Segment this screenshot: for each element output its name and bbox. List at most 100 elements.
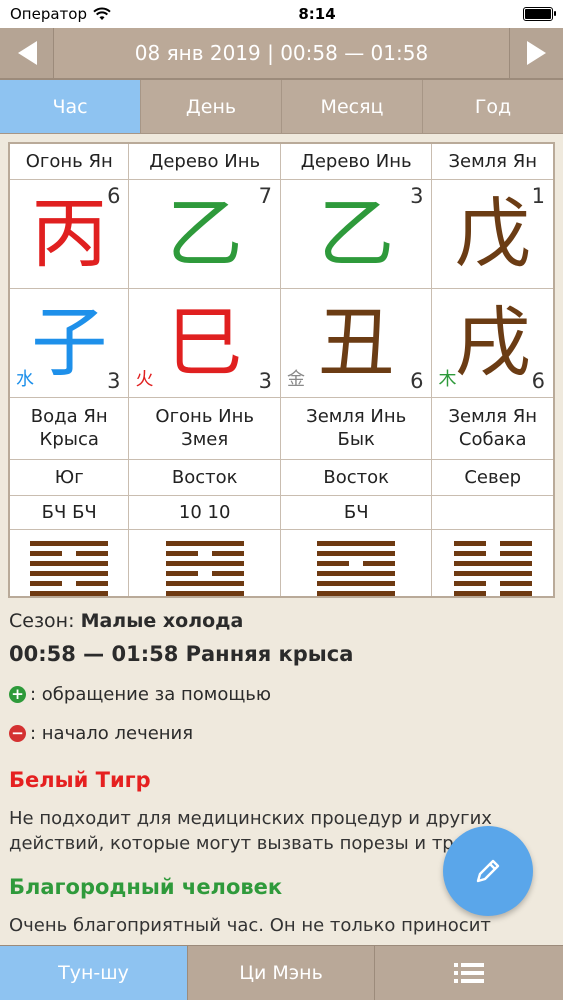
branch-element-glyph: 木: [438, 368, 457, 390]
heavenly-stem-char: 乙: [166, 188, 243, 278]
list-icon: [454, 963, 484, 983]
next-date-button[interactable]: [509, 28, 563, 78]
stem-number: 6: [107, 183, 121, 208]
stem-element-label: Дерево Инь: [128, 142, 281, 180]
hexagram-icon: [317, 539, 396, 596]
hexagram-broken-line: [165, 570, 244, 576]
stem-number: 1: [531, 183, 545, 208]
date-range-label[interactable]: 08 янв 2019 | 00:58 — 01:58: [54, 28, 509, 78]
unfavorable-text: : начало лечения: [30, 722, 194, 744]
earthly-branch-char: 戌: [454, 297, 531, 387]
tab-month[interactable]: Месяц: [282, 80, 423, 133]
hexagram-cell[interactable]: [431, 528, 555, 597]
hexagram-solid-line: [453, 570, 532, 576]
branch-element-glyph: 水: [16, 368, 34, 390]
branch-number: 6: [410, 368, 424, 393]
branch-cell[interactable]: 戌木 6: [431, 287, 555, 398]
hexagram-cell[interactable]: [8, 528, 130, 597]
tab-day[interactable]: День: [141, 80, 282, 133]
arrow-right-icon: [526, 41, 546, 65]
hexagram-solid-line: [453, 560, 532, 566]
hexagram-broken-line: [453, 550, 532, 556]
branch-element-glyph: 金: [286, 368, 305, 390]
prev-date-button[interactable]: [0, 28, 54, 78]
earthly-branch-char: 子: [31, 297, 108, 387]
tab-year[interactable]: Год: [423, 80, 563, 133]
hexagram-solid-line: [165, 560, 244, 566]
section-text-noble-person: Очень благоприятный час. Он не только пр…: [9, 914, 491, 936]
branch-cell[interactable]: 子水 3: [8, 287, 130, 398]
wifi-icon: [93, 7, 111, 20]
heavenly-stem-char: 戊: [454, 188, 531, 278]
hexagram-solid-line: [317, 590, 396, 596]
branch-number: 3: [258, 368, 272, 393]
hexagram-broken-line: [317, 560, 396, 566]
hexagram-solid-line: [30, 590, 109, 596]
direction-cell: Юг: [8, 458, 130, 496]
hexagram-solid-line: [165, 540, 244, 546]
branch-description: Земля Ян Собака: [431, 396, 555, 460]
hexagram-solid-line: [30, 570, 109, 576]
stem-number: 3: [410, 183, 424, 208]
date-navigation: 08 янв 2019 | 00:58 — 01:58: [0, 28, 563, 80]
branch-element-glyph: 火: [135, 368, 154, 390]
favorable-line: + : обращение за помощью: [9, 684, 554, 705]
minus-circle-icon: −: [9, 724, 26, 742]
status-left: Оператор: [10, 5, 111, 23]
branch-cell[interactable]: 丑金 6: [279, 287, 433, 398]
stem-cell[interactable]: 丙6: [8, 178, 130, 289]
battery-icon: [523, 7, 556, 21]
status-bar: Оператор 8:14: [0, 0, 563, 28]
branch-description: Земля Инь Бык: [279, 396, 433, 460]
clock: 8:14: [298, 5, 336, 23]
arrow-left-icon: [17, 41, 37, 65]
branch-cell[interactable]: 巳火 3: [128, 287, 281, 398]
branch-description: Вода Ян Крыса: [8, 396, 130, 460]
heavenly-stem-char: 丙: [31, 188, 108, 278]
branch-animal-text: Собака: [458, 429, 527, 450]
section-title-white-tiger: Белый Тигр: [9, 767, 151, 792]
stem-cell[interactable]: 戊1: [431, 178, 555, 289]
menu-button[interactable]: [375, 946, 563, 1000]
tab-qi-men[interactable]: Ци Мэнь: [188, 946, 375, 1000]
season-line: Сезон: Малые холода: [9, 610, 554, 632]
code-cell: 10 10: [128, 494, 281, 530]
hexagram-solid-line: [317, 540, 396, 546]
favorable-text: : обращение за помощью: [30, 683, 272, 705]
branch-animal-text: Бык: [337, 429, 375, 450]
stem-cell[interactable]: 乙7: [128, 178, 281, 289]
plus-circle-icon: +: [9, 685, 26, 703]
branch-number: 6: [531, 368, 545, 393]
tab-tung-shu[interactable]: Тун-шу: [0, 946, 188, 1000]
direction-cell: Север: [431, 458, 555, 496]
hexagram-icon: [453, 539, 532, 596]
branch-description: Огонь Инь Змея: [128, 396, 281, 460]
branch-animal-text: Крыса: [39, 429, 99, 450]
hexagram-icon: [165, 539, 244, 596]
code-cell: БЧ БЧ: [8, 494, 130, 530]
period-tabs: Час День Месяц Год: [0, 80, 563, 134]
hexagram-icon: [30, 539, 109, 596]
earthly-branch-char: 巳: [166, 297, 243, 387]
earthly-branch-char: 丑: [318, 297, 395, 387]
branch-element-text: Земля Ян: [448, 405, 537, 427]
stem-number: 7: [258, 183, 272, 208]
code-cell: [431, 494, 555, 530]
hexagram-cell[interactable]: [128, 528, 281, 597]
hexagram-broken-line: [453, 580, 532, 586]
pencil-icon: [476, 859, 500, 883]
hexagram-solid-line: [317, 550, 396, 556]
tab-hour[interactable]: Час: [0, 80, 141, 133]
pillars-table: Огонь Ян Дерево Инь Дерево Инь Земля Ян …: [8, 142, 555, 598]
edit-fab-button[interactable]: [443, 826, 533, 916]
hexagram-solid-line: [165, 580, 244, 586]
direction-cell: Восток: [128, 458, 281, 496]
stem-element-label: Огонь Ян: [8, 142, 130, 180]
branch-element-text: Огонь Инь: [155, 405, 254, 427]
stem-element-label: Земля Ян: [431, 142, 555, 180]
season-value: Малые холода: [80, 609, 244, 632]
bottom-tab-bar: Тун-шу Ци Мэнь: [0, 945, 563, 1000]
stem-cell[interactable]: 乙3: [279, 178, 433, 289]
hexagram-cell[interactable]: [279, 528, 433, 597]
carrier-label: Оператор: [10, 5, 87, 23]
